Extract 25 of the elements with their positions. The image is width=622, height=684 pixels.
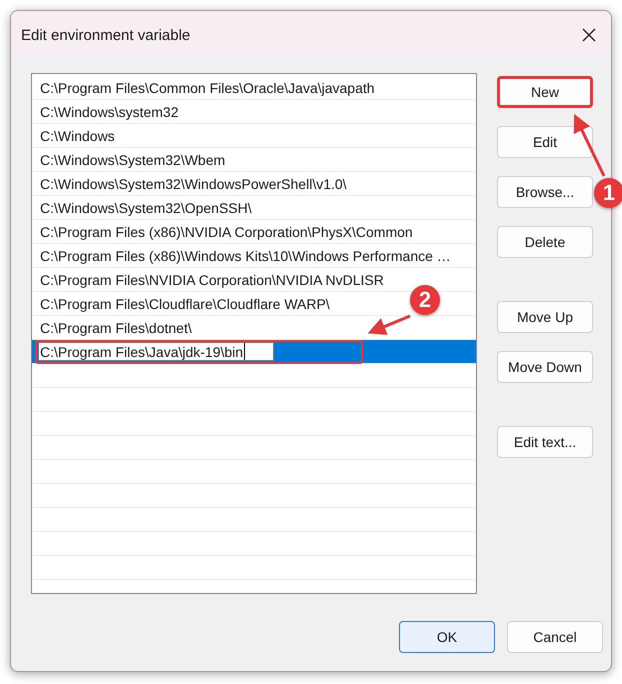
dialog-button[interactable]: New: [497, 76, 593, 108]
list-item[interactable]: C:\Windows\System32\WindowsPowerShell\v1.0\: [32, 172, 476, 196]
window-title: Edit environment variable: [21, 26, 190, 44]
list-item[interactable]: C:\Program Files\Common Files\Oracle\Java\javapath: [32, 76, 476, 100]
text-cursor: [244, 343, 246, 360]
list-item[interactable]: C:\Windows\System32\Wbem: [32, 148, 476, 172]
annotation-arrow: [574, 114, 606, 177]
dialog-button[interactable]: Move Down: [497, 351, 593, 383]
path-text: C:\Program Files\Java\jdk-19\bin: [40, 344, 244, 360]
dialog-button[interactable]: Delete: [497, 226, 593, 258]
annotation-arrow: [368, 314, 411, 335]
dialog-button[interactable]: OK: [399, 621, 495, 653]
list-item[interactable]: C:\Program Files\Java\jdk-19\bin: [32, 340, 476, 364]
list-item[interactable]: C:\Windows: [32, 124, 476, 148]
list-item[interactable]: C:\Program Files (x86)\NVIDIA Corporation\PhysX\Common: [32, 220, 476, 244]
list-item[interactable]: C:\Windows\system32: [32, 100, 476, 124]
input-field[interactable]: C:\Program Files\Java\jdk-19\bin: [38, 342, 274, 361]
dialog-button[interactable]: Edit: [497, 126, 593, 158]
dialog-button[interactable]: Edit text...: [497, 426, 593, 458]
close-icon[interactable]: [581, 27, 597, 43]
list-item[interactable]: C:\Windows\System32\OpenSSH\: [32, 196, 476, 220]
list-item[interactable]: C:\Program Files (x86)\Windows Kits\10\Windows Performance …: [32, 244, 476, 268]
dialog-button[interactable]: Move Up: [497, 301, 593, 333]
dialog-button[interactable]: Browse...: [497, 176, 593, 208]
dialog-button[interactable]: Cancel: [507, 621, 603, 653]
